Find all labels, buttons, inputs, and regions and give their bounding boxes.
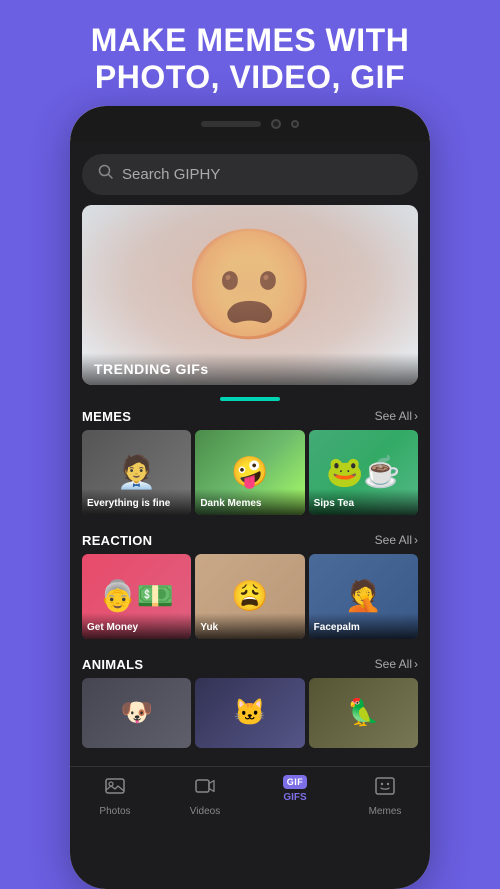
phone-camera-2 <box>291 120 299 128</box>
nav-item-videos[interactable]: Videos <box>160 775 250 817</box>
memes-nav-icon <box>374 775 396 803</box>
nav-item-memes[interactable]: Memes <box>340 775 430 817</box>
nav-item-gifs[interactable]: GIF GIFS <box>250 775 340 817</box>
reaction-see-all[interactable]: See All › <box>375 533 418 547</box>
reaction-thumb-1[interactable]: 👵💵 Get Money <box>82 554 191 639</box>
meme-label-3: Sips Tea <box>309 489 418 515</box>
animals-grid: 🐶 🐱 🦜 <box>70 678 430 758</box>
trending-label-text: TRENDING GIFs <box>94 361 406 377</box>
search-placeholder: Search GIPHY <box>122 166 220 183</box>
phone-status-bar <box>70 106 430 142</box>
animals-title: ANIMALS <box>82 657 143 672</box>
reaction-grid: 👵💵 Get Money 😩 Yuk 🤦 <box>70 554 430 649</box>
memes-title: MEMES <box>82 409 131 424</box>
meme-label-2: Dank Memes <box>195 489 304 515</box>
reaction-thumb-3[interactable]: 🤦 Facepalm <box>309 554 418 639</box>
nav-label-videos: Videos <box>190 806 220 817</box>
chevron-right-icon-3: › <box>414 657 418 671</box>
reaction-label-1-text: Get Money <box>87 622 138 633</box>
nav-item-photos[interactable]: Photos <box>70 775 160 817</box>
reaction-thumb-2[interactable]: 😩 Yuk <box>195 554 304 639</box>
meme-label-2-text: Dank Memes <box>200 498 261 509</box>
animals-section-header: ANIMALS See All › <box>70 649 430 678</box>
reaction-section-header: REACTION See All › <box>70 525 430 554</box>
meme-label-1: Everything is fine <box>82 489 191 515</box>
meme-thumb-3[interactable]: 🐸☕ Sips Tea <box>309 430 418 515</box>
reaction-title: REACTION <box>82 533 152 548</box>
nav-label-gifs: GIFS <box>283 792 306 803</box>
video-icon <box>194 775 216 803</box>
reaction-label-2: Yuk <box>195 613 304 639</box>
meme-label-1-text: Everything is fine <box>87 498 170 509</box>
trending-label-overlay: TRENDING GIFs <box>82 353 418 385</box>
gif-icon: GIF <box>283 775 308 789</box>
chevron-right-icon: › <box>414 409 418 423</box>
memes-grid: 🧑‍💼 Everything is fine 🤪 Dank Memes 🐸☕ <box>70 430 430 525</box>
reaction-label-3: Facepalm <box>309 613 418 639</box>
nav-label-memes: Memes <box>369 806 402 817</box>
bottom-spacer <box>70 758 430 766</box>
chevron-right-icon-2: › <box>414 533 418 547</box>
memes-see-all[interactable]: See All › <box>375 409 418 423</box>
bottom-nav: Photos Videos GIF GIFS <box>70 766 430 827</box>
phone-speaker <box>201 121 261 127</box>
meme-thumb-1[interactable]: 🧑‍💼 Everything is fine <box>82 430 191 515</box>
hero-title: MAKE MEMES WITH PHOTO, VIDEO, GIF <box>71 0 430 106</box>
search-bar[interactable]: Search GIPHY <box>82 154 418 195</box>
search-icon <box>98 164 114 185</box>
phone-mockup: Search GIPHY 😦 TRENDING GIFs <box>70 106 430 889</box>
animals-thumb-1[interactable]: 🐶 <box>82 678 191 748</box>
meme-label-3-text: Sips Tea <box>314 498 354 509</box>
memes-section-header: MEMES See All › <box>70 401 430 430</box>
animals-thumb-3[interactable]: 🦜 <box>309 678 418 748</box>
nav-label-photos: Photos <box>99 806 130 817</box>
phone-camera-1 <box>271 119 281 129</box>
reaction-label-1: Get Money <box>82 613 191 639</box>
photos-icon <box>104 775 126 803</box>
animals-see-all[interactable]: See All › <box>375 657 418 671</box>
trending-gif-banner[interactable]: 😦 TRENDING GIFs <box>82 205 418 385</box>
meme-thumb-2[interactable]: 🤪 Dank Memes <box>195 430 304 515</box>
animals-thumb-2[interactable]: 🐱 <box>195 678 304 748</box>
reaction-label-3-text: Facepalm <box>314 622 360 633</box>
reaction-label-2-text: Yuk <box>200 622 218 633</box>
phone-screen[interactable]: Search GIPHY 😦 TRENDING GIFs <box>70 142 430 889</box>
